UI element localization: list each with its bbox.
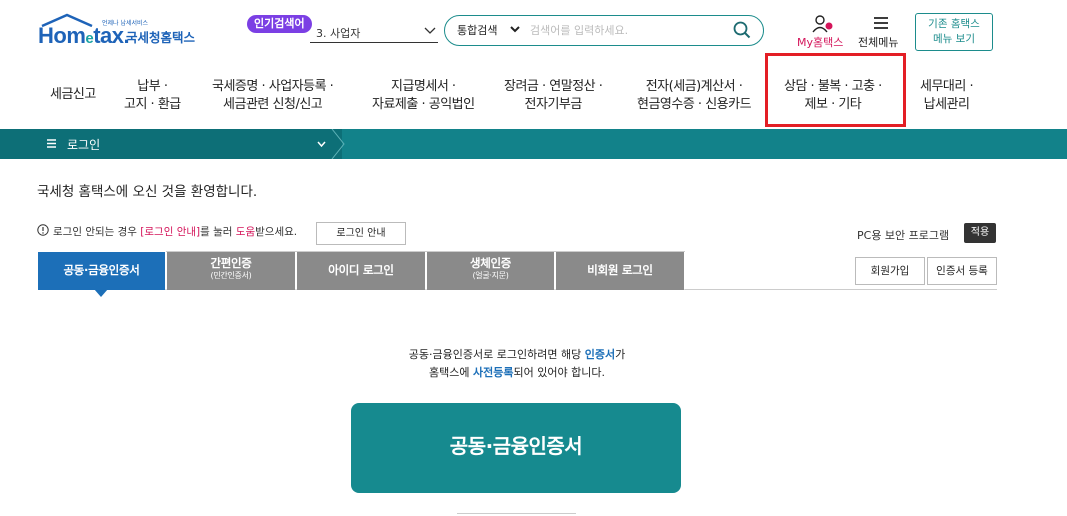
popular-underline	[310, 42, 438, 43]
old-hometax-menu-button[interactable]: 기존 홈택스 메뉴 보기	[915, 13, 993, 51]
menu-icon	[47, 139, 56, 148]
gnb-item-certificates[interactable]: 국세증명 · 사업자등록 · 세금관련 신청/신고	[212, 78, 334, 114]
my-hometax-link[interactable]: My홈택스	[797, 34, 843, 50]
gnb-item-payment[interactable]: 납부 · 고지 · 환급	[124, 78, 181, 114]
info-icon	[37, 224, 49, 236]
hometax-logo[interactable]: Hometax. 언제나 납세서비스 국세청홈택스	[38, 13, 203, 49]
login-notice: 로그인 안되는 경우 [로그인 안내]를 눌러 도움받으세요.	[53, 226, 298, 238]
gnb-item-tax-agent[interactable]: 세무대리 · 납세관리	[920, 78, 974, 114]
gnb-item-e-invoice[interactable]: 전자(세금)계산서 · 현금영수증 · 신용카드	[637, 78, 752, 114]
gnb-item-tax-return[interactable]: 세금신고	[50, 86, 96, 104]
login-guide-button[interactable]: 로그인 안내	[316, 222, 406, 245]
tab-simple-auth[interactable]: 간편인증 (민간인증서)	[167, 252, 295, 290]
tab-guest-login[interactable]: 비회원 로그인	[556, 252, 684, 290]
popular-search-item[interactable]: 3. 사업자	[316, 25, 360, 41]
cert-guide-text-2: 홈택스에 사전등록되어 있어야 합니다.	[429, 366, 605, 379]
chevron-down-icon[interactable]	[510, 25, 520, 33]
tab-id-login[interactable]: 아이디 로그인	[297, 252, 425, 290]
hamburger-menu-icon[interactable]	[873, 16, 889, 30]
popular-search-badge: 인기검색어	[247, 15, 312, 33]
highlight-box	[765, 53, 906, 127]
cert-login-button[interactable]: 공동·금융인증서	[351, 403, 681, 493]
pc-security-apply-button[interactable]: 적용	[964, 223, 996, 243]
gnb-item-statements[interactable]: 지급명세서 · 자료제출 · 공익법인	[372, 78, 475, 114]
tabs-divider-right	[685, 289, 997, 290]
all-menu-button[interactable]: 전체메뉴	[858, 34, 898, 50]
breadcrumb-arrow-icon	[330, 129, 345, 159]
breadcrumb-login[interactable]: 로그인	[67, 136, 100, 153]
tab-joint-financial-cert[interactable]: 공동·금융인증서	[38, 252, 165, 290]
certificate-register-button[interactable]: 인증서 등록	[927, 257, 997, 285]
search-placeholder[interactable]: 검색어를 입력하세요.	[530, 22, 628, 38]
search-scope-select[interactable]: 통합검색	[457, 22, 497, 38]
sign-up-button[interactable]: 회원가입	[855, 257, 925, 285]
chevron-down-icon[interactable]	[317, 140, 326, 148]
cert-guide-text: 공동·금융인증서로 로그인하려면 해당 인증서가	[408, 348, 626, 361]
search-icon[interactable]	[733, 21, 751, 39]
logo-name: 국세청홈택스	[126, 30, 196, 45]
welcome-heading: 국세청 홈택스에 오신 것을 환영합니다.	[37, 184, 258, 200]
tab-biometric-auth[interactable]: 생체인증 (얼굴·지문)	[427, 252, 554, 290]
logo-tagline: 언제나 납세서비스	[102, 20, 149, 27]
chevron-down-icon[interactable]	[424, 24, 436, 36]
gnb-item-incentives[interactable]: 장려금 · 연말정산 · 전자기부금	[504, 78, 603, 114]
user-icon[interactable]	[812, 15, 834, 33]
pc-security-label: PC용 보안 프로그램	[857, 229, 950, 242]
active-tab-pointer-icon	[94, 289, 108, 297]
